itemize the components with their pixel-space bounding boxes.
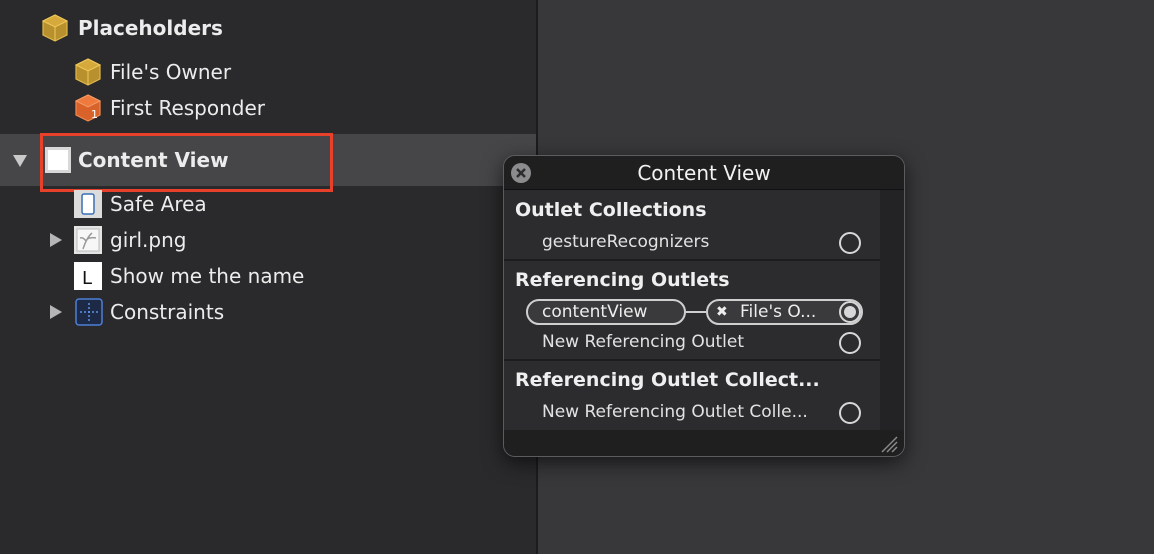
disclosure-collapsed-icon[interactable] (47, 232, 63, 248)
outline-item-label: Constraints (110, 300, 225, 324)
connection-circle-new-referencing-outlet-collection[interactable] (839, 402, 861, 424)
section-separator (504, 359, 880, 361)
outline-item-label: girl.png (110, 228, 187, 252)
placeholder-cube-icon (41, 14, 69, 42)
constraints-icon (75, 298, 103, 326)
outline-item-label: Safe Area (110, 192, 207, 216)
connection-target-pill[interactable]: ✖ File's O... (706, 299, 863, 325)
popover-header: Content View (504, 156, 904, 190)
placeholder-cube-icon (74, 58, 102, 86)
outline-item-constraints[interactable]: Constraints (0, 294, 536, 330)
new-referencing-outlet: New Referencing Outlet (542, 332, 744, 352)
outline-item-label: Placeholders (78, 16, 223, 40)
new-referencing-outlet-collection: New Referencing Outlet Colle... (542, 402, 808, 422)
label-icon: L (74, 262, 102, 290)
section-title-referencing-outlet-collections: Referencing Outlet Collect... (515, 369, 820, 391)
outline-item-girl-png[interactable]: girl.png (0, 222, 536, 258)
outline-item-label: Show me the name (110, 264, 305, 288)
image-view-icon (74, 226, 102, 254)
connection-circle-filled[interactable] (839, 301, 861, 323)
selection-highlight-box (40, 133, 333, 192)
section-separator (504, 259, 880, 261)
outline-item-label: File's Owner (110, 60, 232, 84)
resize-grip-icon[interactable] (880, 435, 898, 453)
safe-area-icon (74, 190, 102, 218)
outline-item-safe-area[interactable]: Safe Area (0, 186, 536, 222)
connection-outlet-pill[interactable]: contentView (526, 299, 686, 325)
connections-list: Outlet Collections gestureRecognizers Re… (504, 190, 880, 430)
section-title-referencing-outlets: Referencing Outlets (515, 269, 730, 291)
outline-item-files-owner[interactable]: File's Owner (0, 54, 536, 90)
connection-circle-gesture-recognizers[interactable] (839, 232, 861, 254)
connection-line (686, 311, 706, 313)
outlet-gesture-recognizers: gestureRecognizers (542, 232, 710, 252)
first-responder-icon: 1 (74, 94, 102, 122)
svg-text:L: L (82, 268, 92, 289)
popover-title: Content View (637, 161, 771, 185)
connection-circle-new-referencing-outlet[interactable] (839, 332, 861, 354)
outline-item-label: First Responder (110, 96, 265, 120)
popover-footer (504, 430, 904, 456)
disclosure-collapsed-icon[interactable] (47, 304, 63, 320)
document-outline: Placeholders File's Owner 1 First Respon… (0, 0, 536, 554)
connection-target-label: File's O... (740, 302, 817, 322)
remove-connection-icon[interactable]: ✖ (716, 301, 728, 323)
outline-item-first-responder[interactable]: 1 First Responder (0, 90, 536, 126)
outline-item-placeholders[interactable]: Placeholders (0, 10, 536, 46)
section-title-outlet-collections: Outlet Collections (515, 199, 707, 221)
outline-item-label-show-me-the-name[interactable]: L Show me the name (0, 258, 536, 294)
disclosure-expanded-icon[interactable] (12, 152, 28, 168)
popover-scrollbar[interactable] (880, 190, 904, 430)
svg-text:1: 1 (91, 108, 98, 121)
connections-popover: Content View Outlet Collections gestureR… (503, 155, 905, 457)
